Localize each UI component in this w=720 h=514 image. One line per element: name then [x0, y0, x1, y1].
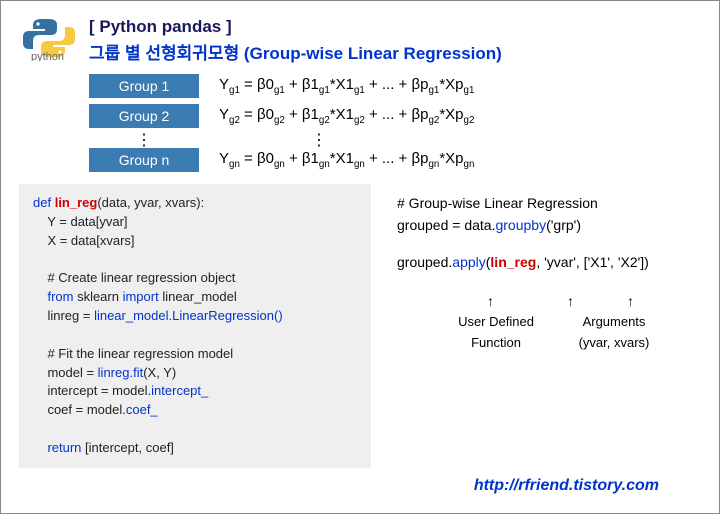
right-line-1: grouped = data.groupby('grp')	[397, 214, 697, 236]
formula-n: Ygn = β0gn + β1gn*X1gn + ... + βpgn*Xpgn	[219, 150, 474, 170]
code-comment: # Fit the linear regression model	[33, 346, 233, 361]
right-comment: # Group-wise Linear Regression	[397, 192, 697, 214]
group-chip-1: Group 1	[89, 74, 199, 98]
code-text: coef_	[126, 402, 158, 417]
function-sig: (data, yvar, xvars):	[97, 195, 204, 210]
annotation-udf: User Defined Function	[451, 312, 541, 354]
code-text: intercept = model.	[33, 383, 151, 398]
return-keyword: return	[47, 440, 81, 455]
formula-2: Yg2 = β0g2 + β1g2*X1g2 + ... + βpg2*Xpg2	[219, 106, 474, 126]
formula-row: Group n Ygn = β0gn + β1gn*X1gn + ... + β…	[89, 148, 701, 172]
code-text: (X, Y)	[143, 365, 176, 380]
code-text: coef = model.	[33, 402, 126, 417]
arrow-up-icon: ↑	[487, 290, 494, 312]
bracket-title: [ Python pandas ]	[89, 17, 502, 37]
vdots-row: ⋮⋮	[89, 134, 701, 148]
right-panel: # Group-wise Linear Regression grouped =…	[379, 184, 701, 468]
code-block: def lin_reg(data, yvar, xvars): Y = data…	[19, 184, 371, 468]
python-logo-icon: python	[19, 15, 79, 61]
def-keyword: def	[33, 195, 51, 210]
arrow-up-icon: ↑	[627, 290, 634, 312]
header: python [ Python pandas ] 그룹 별 선형회귀모형 (Gr…	[19, 15, 701, 64]
lower-section: def lin_reg(data, yvar, xvars): Y = data…	[19, 184, 701, 468]
right-line-2: grouped.apply(lin_reg, 'yvar', ['X1', 'X…	[397, 251, 697, 273]
formula-row: Group 1 Yg1 = β0g1 + β1g1*X1g1 + ... + β…	[89, 74, 701, 98]
code-text: sklearn	[73, 289, 122, 304]
from-keyword: from	[47, 289, 73, 304]
code-text: model =	[33, 365, 98, 380]
code-line: Y = data[yvar]	[33, 214, 128, 229]
code-text: [intercept, coef]	[81, 440, 174, 455]
title-block: [ Python pandas ] 그룹 별 선형회귀모형 (Group-wis…	[89, 15, 502, 64]
code-text: linreg =	[33, 308, 94, 323]
formula-1: Yg1 = β0g1 + β1g1*X1g1 + ... + βpg1*Xpg1	[219, 76, 474, 96]
code-text: linreg.fit	[98, 365, 144, 380]
group-chip-n: Group n	[89, 148, 199, 172]
source-url: http://rfriend.tistory.com	[474, 477, 659, 495]
formula-row: Group 2 Yg2 = β0g2 + β1g2*X1g2 + ... + β…	[89, 104, 701, 128]
arrow-up-icon: ↑	[567, 290, 574, 312]
code-text: intercept_	[151, 383, 208, 398]
logo-text: python	[31, 51, 64, 61]
function-name: lin_reg	[55, 195, 98, 210]
code-text: linear_model.LinearRegression()	[94, 308, 283, 323]
group-chip-2: Group 2	[89, 104, 199, 128]
annotation-args: Arguments (yvar, xvars)	[559, 312, 669, 354]
import-keyword: import	[123, 289, 159, 304]
formula-section: Group 1 Yg1 = β0g1 + β1g1*X1g1 + ... + β…	[89, 74, 701, 172]
main-title: 그룹 별 선형회귀모형 (Group-wise Linear Regressio…	[89, 39, 502, 64]
code-line: X = data[xvars]	[33, 233, 135, 248]
code-text: linear_model	[159, 289, 237, 304]
code-comment: # Create linear regression object	[33, 270, 235, 285]
